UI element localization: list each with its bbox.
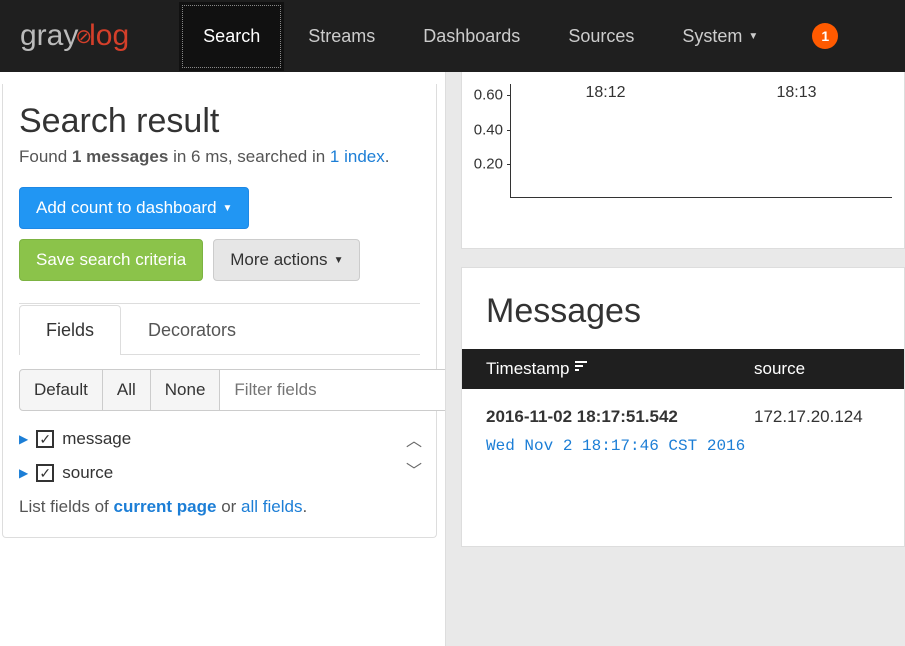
caret-down-icon: ▼ [334,255,344,266]
checkbox-source[interactable]: ✓ [36,464,54,482]
tabs: Fields Decorators [19,304,420,355]
row-source: 172.17.20.124 [754,407,880,427]
result-summary: Found 1 messages in 6 ms, searched in 1 … [19,147,420,167]
x-tick: 18:12 [585,84,625,102]
index-link[interactable]: 1 index [330,147,385,166]
fields-list: ▶ ✓ message ▶ ✓ source ︿ ﹀ [19,429,420,483]
all-button[interactable]: All [103,369,150,411]
sort-desc-icon [575,361,589,378]
nav-streams[interactable]: Streams [284,2,399,71]
nav-system-label: System [682,26,742,47]
y-tick: 0.40 [474,121,511,138]
tab-decorators[interactable]: Decorators [121,305,263,355]
y-axis: 0.60 0.40 0.20 [510,84,511,198]
more-actions-button[interactable]: More actions ▼ [213,239,360,281]
row-content: Wed Nov 2 18:17:46 CST 2016 [486,437,880,455]
page-title: Search result [19,102,420,141]
brand-ring-icon: ⊘ [75,24,92,49]
expand-icon[interactable]: ▶ [19,466,28,480]
brand-logo[interactable]: gray ⊘ log [20,19,129,53]
field-label[interactable]: message [62,429,131,449]
y-tick: 0.20 [474,155,511,172]
row-timestamp: 2016-11-02 18:17:51.542 [486,407,754,427]
caret-down-icon: ▼ [223,203,233,214]
field-item-source: ▶ ✓ source [19,463,420,483]
messages-title: Messages [462,288,904,349]
caret-down-icon: ▼ [748,31,758,42]
main: Search result Found 1 messages in 6 ms, … [0,72,905,646]
add-count-dashboard-button[interactable]: Add count to dashboard ▼ [19,187,249,229]
none-button[interactable]: None [150,369,221,411]
checkbox-message[interactable]: ✓ [36,430,54,448]
message-count: 1 messages [72,147,168,166]
field-label[interactable]: source [62,463,113,483]
notification-badge[interactable]: 1 [812,23,838,49]
save-search-criteria-button[interactable]: Save search criteria [19,239,203,281]
current-page-link[interactable]: current page [114,497,217,516]
x-tick: 18:13 [776,84,816,102]
chevron-down-icon[interactable]: ﹀ [406,457,422,481]
field-item-message: ▶ ✓ message [19,429,420,449]
chart-panel: 0.60 0.40 0.20 18:12 18:13 [461,72,905,249]
chevron-up-icon[interactable]: ︿ [406,427,422,451]
search-result-panel: Search result Found 1 messages in 6 ms, … [2,84,437,538]
brand-gray: gray [20,19,78,53]
right-column: 0.60 0.40 0.20 18:12 18:13 Messages Time… [445,72,905,646]
nav-sources[interactable]: Sources [544,2,658,71]
y-tick: 0.60 [474,87,511,104]
expand-icon[interactable]: ▶ [19,432,28,446]
navbar: gray ⊘ log Search Streams Dashboards Sou… [0,0,905,72]
brand-log: log [89,19,129,53]
list-footer: List fields of current page or all field… [19,497,420,517]
histogram-chart: 0.60 0.40 0.20 18:12 18:13 [470,84,892,224]
messages-table-head: Timestamp source [462,349,904,389]
left-column: Search result Found 1 messages in 6 ms, … [0,72,445,646]
field-updown: ︿ ﹀ [406,427,422,481]
button-row: Save search criteria More actions ▼ [19,239,420,291]
filter-fields-input[interactable] [220,369,470,411]
default-button[interactable]: Default [19,369,103,411]
all-fields-link[interactable]: all fields [241,497,302,516]
x-labels: 18:12 18:13 [470,84,892,102]
nav-dashboards[interactable]: Dashboards [399,2,544,71]
nav-system[interactable]: System ▼ [658,2,782,71]
messages-panel: Messages Timestamp source 2016-11-02 18:… [461,267,905,547]
x-axis [510,197,892,198]
col-source[interactable]: source [754,359,880,379]
col-timestamp[interactable]: Timestamp [486,359,754,379]
table-row[interactable]: 2016-11-02 18:17:51.542 172.17.20.124 We… [462,389,904,465]
tab-fields[interactable]: Fields [19,305,121,355]
field-toolbar: Default All None [19,369,420,411]
nav-search[interactable]: Search [179,2,284,71]
